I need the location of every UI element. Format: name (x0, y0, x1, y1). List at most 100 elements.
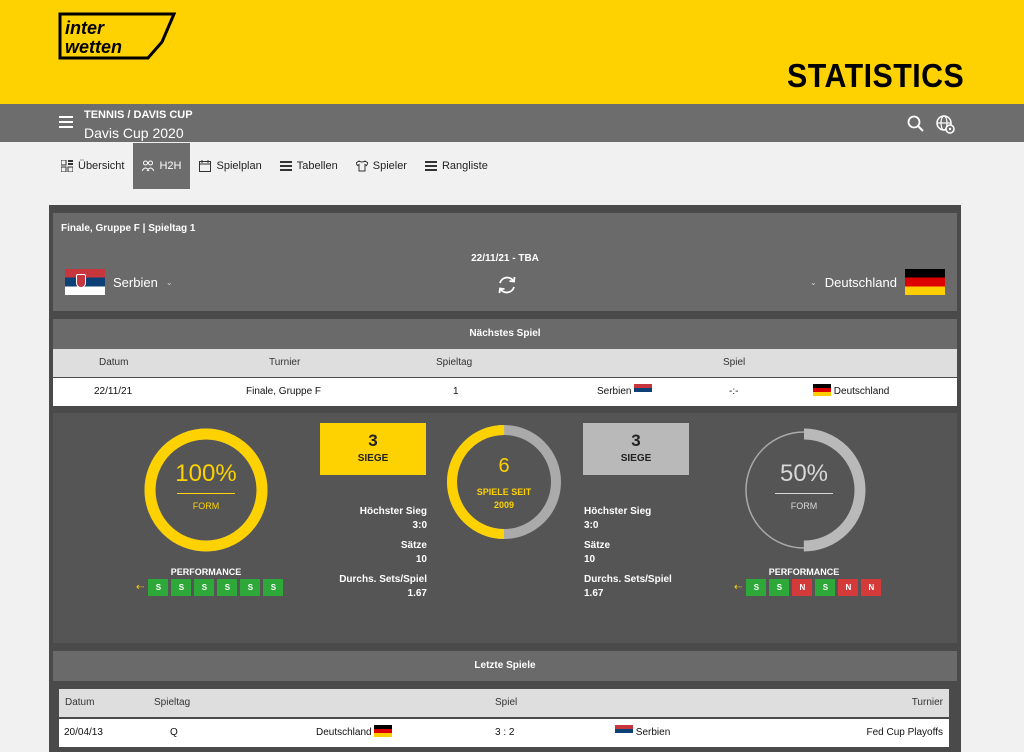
logo-text-line2: wetten (65, 37, 122, 57)
performance-chip: N (861, 579, 882, 596)
match-date: 22/11/21 - TBA (471, 253, 539, 264)
cell-score: -:- (729, 386, 739, 397)
col-turnier: Turnier (269, 357, 301, 368)
h2h-icon (142, 160, 155, 172)
away-form-value: 50% (779, 460, 829, 487)
swap-refresh-icon[interactable] (496, 274, 518, 296)
away-team-name: Deutschland (824, 274, 897, 290)
home-team-name: Serbien (113, 274, 158, 290)
home-hoechster-sieg-value: 3:0 (412, 520, 427, 531)
hamburger-icon[interactable] (59, 116, 73, 128)
competition-bar: TENNIS / DAVIS CUP Davis Cup 2020 (0, 104, 1024, 142)
performance-chip: S (815, 579, 836, 596)
tab-rangliste[interactable]: Rangliste (416, 143, 497, 189)
tab-label: Spielplan (216, 160, 262, 172)
globe-settings-icon[interactable] (935, 114, 955, 134)
breadcrumb[interactable]: TENNIS / DAVIS CUP (84, 109, 193, 121)
home-hoechster-sieg-label: Höchster Sieg (359, 506, 427, 517)
h2h-panel: Finale, Gruppe F | Spieltag 1 22/11/21 -… (49, 205, 961, 752)
cell-datum: 20/04/13 (64, 727, 103, 738)
tab-spieler[interactable]: Spieler (347, 143, 416, 189)
serbia-flag-icon (65, 269, 105, 295)
games-since-label-line2: 2009 (493, 500, 515, 510)
home-performance-row: ⇠ SSSSSS (136, 579, 284, 596)
arrow-left-icon: ⇠ (734, 582, 743, 593)
germany-flag-icon (905, 269, 945, 295)
next-game-title: Nächstes Spiel (53, 319, 957, 349)
match-header: 22/11/21 - TBA Serbien ⌄ ⌄ Deutschland (53, 245, 957, 311)
cell-spieltag: 1 (453, 386, 459, 397)
col-spiel: Spiel (495, 697, 518, 708)
home-form-label: FORM (192, 501, 220, 511)
away-hoechster-sieg-label: Höchster Sieg (584, 506, 652, 517)
col-spieltag: Spieltag (154, 697, 191, 708)
home-avg-value: 1.67 (407, 588, 427, 599)
last-games-row[interactable]: 20/04/13 Q Deutschland 3 : 2 Serbien Fed… (59, 719, 949, 747)
home-team-selector[interactable]: Serbien ⌄ (65, 269, 173, 295)
performance-chip: S (171, 579, 192, 596)
games-since-ring (447, 425, 561, 539)
away-wins-label: SIEGE (620, 453, 652, 464)
cell-away-team: Serbien (615, 719, 670, 747)
col-spiel: Spiel (723, 357, 746, 368)
tab-label: Rangliste (441, 160, 488, 172)
next-game-row[interactable]: 22/11/21 Finale, Gruppe F 1 Serbien -:- … (53, 378, 957, 406)
tab-label: Tabellen (296, 160, 338, 172)
h2h-stats: 100% FORM PERFORMANCE ⇠ SSSSSS 3 SIEGE H… (53, 413, 957, 643)
cell-datum: 22/11/21 (94, 386, 133, 397)
col-spieltag: Spieltag (436, 357, 473, 368)
home-saetze-value: 10 (415, 554, 427, 565)
tab-spielplan[interactable]: Spielplan (190, 143, 270, 189)
tab-label: H2H (159, 160, 182, 172)
games-since-label: SPIELE SEIT 2009 (445, 486, 563, 512)
away-form-gauge: 50% FORM (739, 425, 869, 555)
performance-chip: S (240, 579, 261, 596)
away-performance-row: ⇠ SSNSNN (734, 579, 882, 596)
home-performance-label: PERFORMANCE (170, 567, 242, 577)
home-wins-label: SIEGE (357, 453, 389, 464)
away-avg-value: 1.67 (584, 588, 604, 599)
logo-text-line1: inter (65, 18, 105, 38)
home-avg-label: Durchs. Sets/Spiel (339, 574, 427, 585)
away-team-selector[interactable]: ⌄ Deutschland (810, 269, 945, 295)
cell-turnier: Finale, Gruppe F (246, 386, 322, 397)
away-hoechster-sieg-value: 3:0 (584, 520, 599, 531)
table-icon (279, 161, 292, 171)
tab-uebersicht[interactable]: Übersicht (52, 143, 133, 189)
performance-chip: S (263, 579, 284, 596)
away-avg-label: Durchs. Sets/Spiel (584, 574, 672, 585)
performance-chip: N (838, 579, 859, 596)
cell-home-team: Serbien (597, 378, 653, 406)
home-saetze-label: Sätze (400, 540, 427, 551)
ranking-icon (424, 161, 437, 171)
page-title: STATISTICS (787, 57, 965, 94)
tab-h2h[interactable]: H2H (133, 143, 191, 189)
overview-icon (61, 160, 73, 172)
home-form-value: 100% (175, 460, 237, 487)
home-stats: Höchster Sieg 3:0 Sätze 10 Durchs. Sets/… (339, 505, 427, 601)
performance-chip: S (769, 579, 790, 596)
col-turnier: Turnier (911, 697, 943, 708)
tab-tabellen[interactable]: Tabellen (271, 143, 347, 189)
away-stats: Höchster Sieg 3:0 Sätze 10 Durchs. Sets/… (584, 505, 672, 601)
chevron-down-icon: ⌄ (810, 277, 817, 287)
interwetten-logo[interactable]: inter wetten (56, 12, 176, 60)
calendar-icon (199, 160, 212, 172)
last-games-table-header: Datum Spieltag Spiel Turnier (59, 689, 949, 717)
away-team-name: Serbien (635, 727, 671, 738)
away-form-ring (742, 428, 866, 552)
search-icon[interactable] (906, 114, 926, 134)
serbia-flag-icon (615, 725, 633, 737)
round-heading: Finale, Gruppe F | Spieltag 1 (53, 213, 957, 245)
cell-spieltag: Q (170, 727, 178, 738)
cell-score: 3 : 2 (495, 727, 515, 738)
away-saetze-label: Sätze (584, 540, 611, 551)
col-datum: Datum (99, 357, 129, 368)
away-performance-label: PERFORMANCE (768, 567, 840, 577)
away-form-label: FORM (790, 501, 818, 511)
home-team-name: Deutschland (316, 727, 372, 738)
away-saetze-value: 10 (584, 554, 596, 565)
germany-flag-icon (374, 725, 393, 737)
last-games-title: Letzte Spiele (53, 651, 957, 681)
away-wins-value: 3 (631, 431, 641, 450)
